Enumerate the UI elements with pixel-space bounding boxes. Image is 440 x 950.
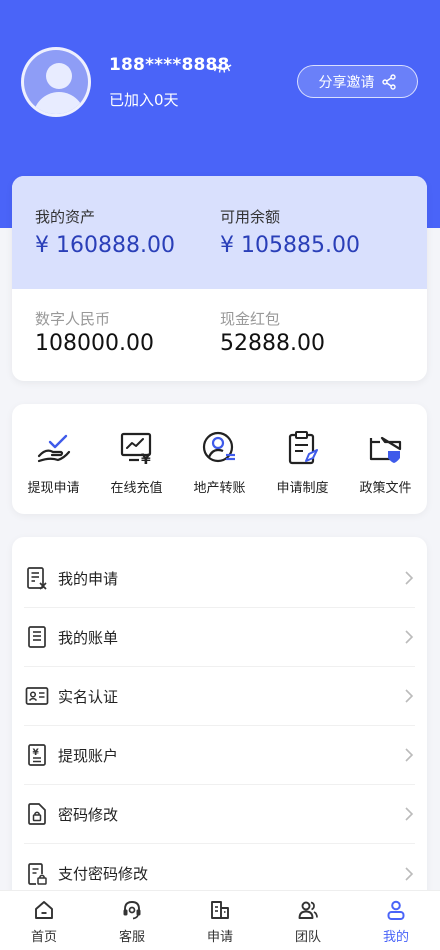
property-transfer-icon <box>202 431 235 463</box>
chevron-right-icon <box>405 630 414 644</box>
shortcut-policy-documents[interactable]: 政策文件 <box>344 404 427 514</box>
menu-my-applications[interactable]: 我的申请 <box>24 549 415 608</box>
avatar[interactable] <box>21 47 91 117</box>
my-assets-label: 我的资产 <box>35 208 96 226</box>
user-icon <box>387 900 405 920</box>
tab-apply[interactable]: 申请 <box>176 891 264 950</box>
shortcut-card: 提现申请 ¥ 在线充值 地产转账 申请制度 政策文件 <box>12 404 427 514</box>
shortcut-application-rules[interactable]: 申请制度 <box>261 404 344 514</box>
joined-days: 已加入0天 <box>109 91 179 109</box>
menu-change-password[interactable]: 密码修改 <box>24 785 415 844</box>
withdraw-hand-icon <box>37 434 70 463</box>
apply-icon <box>211 901 229 919</box>
tab-label: 我的 <box>382 930 409 945</box>
avatar-head-shape <box>46 63 72 89</box>
tab-label: 客服 <box>118 930 145 945</box>
menu-card: 我的申请 我的账单 实名认证 ¥ 提现账户 密码修改 支付密码修改 <box>12 537 427 917</box>
yuan-doc-icon: ¥ <box>28 744 46 766</box>
menu-withdrawal-account[interactable]: ¥ 提现账户 <box>24 726 415 785</box>
lock-doc-icon <box>28 803 46 825</box>
share-invite-button[interactable]: 分享邀请 <box>297 65 418 98</box>
shortcut-withdraw-apply[interactable]: 提现申请 <box>12 404 95 514</box>
shortcut-label: 在线充值 <box>110 481 163 496</box>
digital-rmb-label: 数字人民币 <box>35 310 111 328</box>
share-icon <box>381 73 396 90</box>
team-icon <box>298 901 318 919</box>
cash-red-packet-label: 现金红包 <box>220 310 281 328</box>
chevron-right-icon <box>405 689 414 703</box>
share-invite-label: 分享邀请 <box>318 74 375 91</box>
recharge-chart-icon: ¥ <box>120 432 151 466</box>
shortcut-label: 申请制度 <box>276 481 329 496</box>
tab-home[interactable]: 首页 <box>0 891 88 950</box>
folder-shield-icon <box>369 436 401 463</box>
shortcut-label: 地产转账 <box>193 481 246 496</box>
menu-my-bills[interactable]: 我的账单 <box>24 608 415 667</box>
my-assets-value: ¥ 160888.00 <box>35 233 175 258</box>
clipboard-icon <box>288 431 318 465</box>
menu-label: 提现账户 <box>58 746 119 765</box>
tab-mine[interactable]: 我的 <box>352 891 440 950</box>
asset-card: 我的资产 ¥ 160888.00 可用余额 ¥ 105885.00 数字人民币 … <box>12 176 427 381</box>
tab-team[interactable]: 团队 <box>264 891 352 950</box>
available-balance-label: 可用余额 <box>220 208 281 226</box>
tab-label: 首页 <box>30 930 57 945</box>
chevron-right-icon <box>405 866 414 881</box>
menu-label: 密码修改 <box>58 805 119 824</box>
tab-label: 申请 <box>206 930 233 945</box>
cash-red-packet-value: 52888.00 <box>220 331 325 356</box>
menu-label: 实名认证 <box>58 687 119 706</box>
shortcut-property-transfer[interactable]: 地产转账 <box>178 404 261 514</box>
menu-real-name-verification[interactable]: 实名认证 <box>24 667 415 726</box>
pay-lock-doc-icon <box>28 862 47 885</box>
headset-icon <box>123 901 141 920</box>
application-doc-icon <box>27 567 47 590</box>
tab-label: 团队 <box>294 930 321 945</box>
shortcut-label: 提现申请 <box>27 481 80 496</box>
shortcut-online-recharge[interactable]: ¥ 在线充值 <box>95 404 178 514</box>
bottom-tab-bar: 首页 客服 申请 团队 我的 <box>0 890 440 950</box>
svg-text:¥: ¥ <box>141 452 151 466</box>
tab-customer-service[interactable]: 客服 <box>88 891 176 950</box>
chevron-right-icon <box>405 807 414 821</box>
digital-rmb-value: 108000.00 <box>35 331 154 356</box>
svg-text:¥: ¥ <box>33 748 40 758</box>
id-card-icon <box>25 687 49 705</box>
shortcut-label: 政策文件 <box>359 481 412 496</box>
avatar-body-shape <box>33 92 85 114</box>
home-icon <box>35 901 53 919</box>
eye-closed-icon[interactable] <box>211 62 233 74</box>
bill-icon <box>28 626 46 648</box>
menu-label: 我的申请 <box>58 569 119 588</box>
menu-label: 支付密码修改 <box>58 865 149 883</box>
available-balance-value: ¥ 105885.00 <box>220 233 360 258</box>
menu-label: 我的账单 <box>58 628 119 647</box>
chevron-right-icon <box>405 748 414 762</box>
chevron-right-icon <box>405 571 414 585</box>
